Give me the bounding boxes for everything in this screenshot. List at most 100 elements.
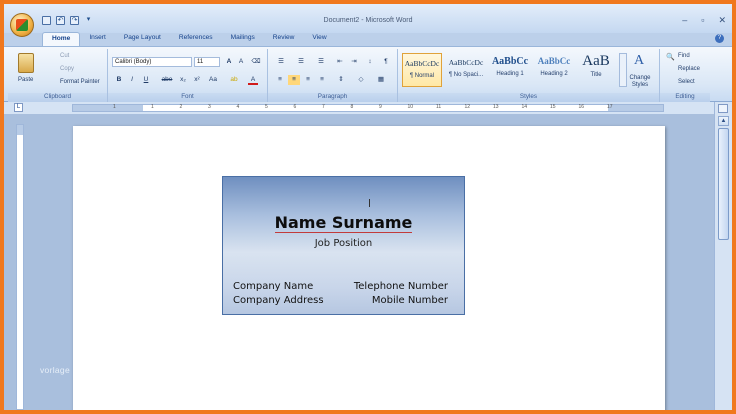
style-heading-2[interactable]: AaBbCc Heading 2 xyxy=(534,53,574,87)
sort-icon[interactable]: ↕ xyxy=(364,57,376,67)
change-case-button[interactable]: Aa xyxy=(206,75,220,85)
card-telephone[interactable]: Telephone Number xyxy=(354,281,448,292)
scroll-up-arrow[interactable]: ▲ xyxy=(718,116,729,126)
tab-page-layout[interactable]: Page Layout xyxy=(115,32,170,46)
style-heading-1[interactable]: AaBbCc Heading 1 xyxy=(490,53,530,87)
paragraph-group: ☰ ☰ ☰ ⇤ ⇥ ↕ ¶ ≡ ≡ ≡ ≡ ⇕ ◇ ▦ Paragraph xyxy=(268,49,398,102)
font-name-select[interactable]: Calibri (Body) xyxy=(112,57,192,67)
justify-icon[interactable]: ≡ xyxy=(316,75,328,85)
scrollbar-thumb[interactable] xyxy=(718,128,729,240)
style-title-label: Title xyxy=(590,72,602,78)
ruler-number: 1 xyxy=(151,104,154,110)
help-icon[interactable]: ? xyxy=(715,34,724,43)
clear-format-button[interactable]: ⌫ xyxy=(250,57,262,67)
text-cursor xyxy=(369,199,370,207)
align-left-icon[interactable]: ≡ xyxy=(274,75,286,85)
style-title[interactable]: AaB Title xyxy=(576,53,616,87)
align-center-icon[interactable]: ≡ xyxy=(288,75,300,85)
tab-view[interactable]: View xyxy=(303,32,335,46)
strikethrough-button[interactable]: abe xyxy=(160,75,174,85)
styles-group: AaBbCcDc ¶ Normal AaBbCcDc ¶ No Spaci...… xyxy=(398,49,660,102)
shading-icon[interactable]: ◇ xyxy=(354,75,368,85)
card-company-name[interactable]: Company Name xyxy=(233,281,313,292)
clipboard-group-label: Clipboard xyxy=(8,93,107,102)
superscript-button[interactable]: x² xyxy=(192,75,202,85)
editing-group-label: Editing xyxy=(660,93,710,102)
style-title-sample: AaB xyxy=(582,53,610,69)
highlight-icon[interactable]: ab xyxy=(228,75,240,85)
vertical-ruler[interactable] xyxy=(16,124,24,410)
grow-font-button[interactable]: A xyxy=(224,57,234,67)
copy-button[interactable]: Copy xyxy=(60,66,74,72)
ruler-number: 2 xyxy=(179,104,183,110)
change-styles-button[interactable]: Change Styles xyxy=(626,75,654,89)
style-heading-2-label: Heading 2 xyxy=(540,71,568,77)
style-heading-1-sample: AaBbCc xyxy=(491,56,529,67)
replace-button[interactable]: Replace xyxy=(678,66,700,72)
card-mobile[interactable]: Mobile Number xyxy=(372,295,448,306)
word-window: ↶ ↷ ▾ Document2 - Microsoft Word – ▫ ✕ H… xyxy=(4,4,732,410)
show-marks-icon[interactable]: ¶ xyxy=(380,57,392,67)
horizontal-ruler[interactable]: L 1 1 2 3 4 5 6 7 8 9 10 11 12 13 14 15 16 17 xyxy=(4,102,732,114)
ribbon-tabs: Home Insert Page Layout References Maili… xyxy=(42,32,336,46)
paragraph-group-label: Paragraph xyxy=(268,93,397,102)
ruler-number: 10 xyxy=(407,104,414,110)
underline-button[interactable]: U xyxy=(141,75,151,85)
decrease-indent-icon[interactable]: ⇤ xyxy=(334,57,346,67)
cut-button[interactable]: Cut xyxy=(60,53,69,59)
paste-button[interactable]: Paste xyxy=(18,77,33,83)
style-heading-2-sample: AaBbCc xyxy=(537,56,571,66)
line-spacing-icon[interactable]: ⇕ xyxy=(334,75,348,85)
font-group-label: Font xyxy=(108,93,267,102)
ruler-right-margin xyxy=(608,105,663,111)
shrink-font-button[interactable]: A xyxy=(236,57,246,67)
maximize-button[interactable]: ▫ xyxy=(701,15,704,26)
close-button[interactable]: ✕ xyxy=(718,15,726,26)
find-button[interactable]: Find xyxy=(678,53,690,59)
ruler-number: 6 xyxy=(293,104,297,110)
bullets-icon[interactable]: ☰ xyxy=(274,57,288,67)
vertical-scrollbar[interactable]: ▲ xyxy=(714,102,732,410)
tab-references[interactable]: References xyxy=(170,32,222,46)
numbering-icon[interactable]: ☰ xyxy=(294,57,308,67)
ruler-number: 8 xyxy=(350,104,354,110)
office-button[interactable] xyxy=(10,13,34,37)
multilevel-list-icon[interactable]: ☰ xyxy=(314,57,328,67)
style-normal[interactable]: AaBbCcDc ¶ Normal xyxy=(402,53,442,87)
align-right-icon[interactable]: ≡ xyxy=(302,75,314,85)
style-no-spacing[interactable]: AaBbCcDc ¶ No Spaci... xyxy=(446,53,486,87)
tab-insert[interactable]: Insert xyxy=(80,32,115,46)
card-job-position[interactable]: Job Position xyxy=(223,238,464,249)
tab-selector-icon[interactable]: L xyxy=(14,103,23,112)
bold-button[interactable]: B xyxy=(114,75,124,85)
paste-icon[interactable] xyxy=(18,53,34,73)
change-styles-icon[interactable]: A xyxy=(634,53,644,69)
view-ruler-button[interactable] xyxy=(718,104,728,113)
card-name[interactable]: Name Surname xyxy=(223,213,464,233)
styles-group-label: Styles xyxy=(398,93,659,102)
font-size-select[interactable]: 11 xyxy=(194,57,220,67)
style-no-spacing-sample: AaBbCcDc xyxy=(448,58,484,67)
select-button[interactable]: Select xyxy=(678,79,695,85)
business-card[interactable]: Name Surname Job Position Company Name C… xyxy=(222,176,465,315)
document-page[interactable]: Name Surname Job Position Company Name C… xyxy=(73,126,665,410)
ruler-number: 15 xyxy=(550,104,556,110)
italic-button[interactable]: I xyxy=(127,75,137,85)
font-group: Calibri (Body) 11 A A ⌫ B I U abe x₂ x² … xyxy=(108,49,268,102)
format-painter-button[interactable]: Format Painter xyxy=(60,79,100,85)
office-logo-icon xyxy=(16,19,28,31)
ruler-number: 16 xyxy=(578,104,585,110)
tab-home[interactable]: Home xyxy=(42,32,81,46)
watermark-text: vorlage xyxy=(40,365,70,375)
font-color-icon[interactable]: A xyxy=(248,75,258,85)
ruler-number: 5 xyxy=(265,104,268,110)
increase-indent-icon[interactable]: ⇥ xyxy=(348,57,360,67)
tab-mailings[interactable]: Mailings xyxy=(222,32,264,46)
style-heading-1-label: Heading 1 xyxy=(496,71,524,77)
minimize-button[interactable]: – xyxy=(682,15,687,26)
tab-review[interactable]: Review xyxy=(264,32,304,46)
ribbon: Paste Cut Copy Format Painter Clipboard … xyxy=(4,46,732,102)
subscript-button[interactable]: x₂ xyxy=(178,75,188,85)
card-company-address[interactable]: Company Address xyxy=(233,295,324,306)
borders-icon[interactable]: ▦ xyxy=(374,75,388,85)
